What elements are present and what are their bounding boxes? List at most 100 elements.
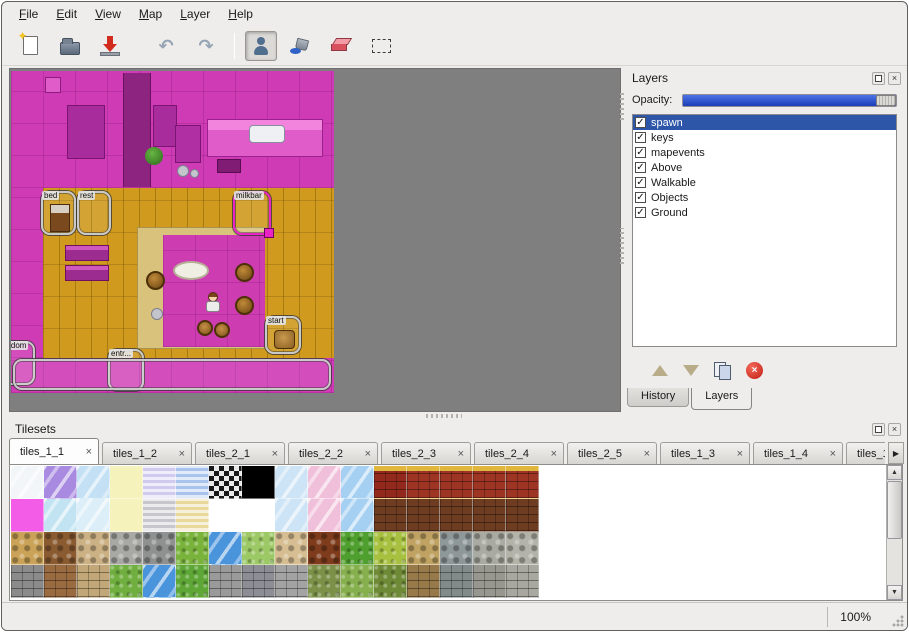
tileset-tile[interactable] (308, 466, 341, 499)
tileset-tile[interactable] (407, 532, 440, 565)
layer-visibility-checkbox[interactable]: ✓ (635, 177, 646, 188)
layer-row-Ground[interactable]: ✓Ground (633, 205, 896, 220)
tileset-tile[interactable] (473, 499, 506, 532)
layer-visibility-checkbox[interactable]: ✓ (635, 147, 646, 158)
layer-visibility-checkbox[interactable]: ✓ (635, 192, 646, 203)
layer-visibility-checkbox[interactable]: ✓ (635, 207, 646, 218)
tileset-tile[interactable] (407, 565, 440, 598)
tileset-tile[interactable] (308, 565, 341, 598)
tileset-tile[interactable] (110, 466, 143, 499)
tileset-tile[interactable] (374, 532, 407, 565)
tileset-tile[interactable] (110, 499, 143, 532)
tileset-tile[interactable] (110, 565, 143, 598)
tab-scroll-right-button[interactable]: ▶ (888, 442, 904, 464)
layer-row-keys[interactable]: ✓keys (633, 130, 896, 145)
fill-tool-button[interactable] (285, 31, 317, 61)
tileset-content[interactable]: ▲ ▼ (9, 464, 903, 601)
close-dock-button[interactable]: × (888, 72, 901, 85)
tileset-tile[interactable] (341, 499, 374, 532)
tileset-tile[interactable] (11, 499, 44, 532)
tileset-tile[interactable] (110, 532, 143, 565)
map-canvas[interactable]: bed rest milkbar start entr... andom (11, 71, 334, 393)
layer-visibility-checkbox[interactable]: ✓ (635, 117, 646, 128)
opacity-slider[interactable] (682, 94, 897, 107)
redo-button[interactable]: ↷ (190, 31, 222, 61)
tileset-tab-tiles_1_3[interactable]: tiles_1_3× (660, 442, 750, 464)
tileset-tab-tiles_1_4[interactable]: tiles_1_4× (753, 442, 843, 464)
tileset-tile[interactable] (440, 499, 473, 532)
map-object-rest[interactable]: rest (77, 191, 111, 235)
duplicate-layer-button[interactable] (714, 362, 731, 379)
tileset-tile[interactable] (341, 466, 374, 499)
menu-view[interactable]: View (86, 4, 130, 24)
tileset-tile[interactable] (209, 466, 242, 499)
tileset-tile[interactable] (275, 466, 308, 499)
tileset-tile[interactable] (77, 499, 110, 532)
dock-tab-layers[interactable]: Layers (691, 388, 752, 410)
tileset-tile[interactable] (506, 499, 539, 532)
tileset-tab-tiles_1_2[interactable]: tiles_1_2× (102, 442, 192, 464)
raise-layer-button[interactable] (652, 365, 668, 376)
map-object-milkbar[interactable]: milkbar (233, 191, 271, 235)
tileset-tab-tiles_2_5[interactable]: tiles_2_5× (567, 442, 657, 464)
tileset-tab-tiles_2_1[interactable]: tiles_2_1× (195, 442, 285, 464)
save-button[interactable] (94, 31, 126, 61)
tileset-tile[interactable] (440, 565, 473, 598)
tileset-tile[interactable] (209, 499, 242, 532)
layer-row-Above[interactable]: ✓Above (633, 160, 896, 175)
new-file-button[interactable]: ✦ (14, 31, 46, 61)
float-dock-button[interactable] (872, 423, 885, 436)
tileset-tile[interactable] (242, 466, 275, 499)
tileset-tab-tiles_1_[interactable]: tiles_1_× (846, 442, 885, 464)
tileset-tile[interactable] (275, 565, 308, 598)
tileset-tab-tiles_2_3[interactable]: tiles_2_3× (381, 442, 471, 464)
layer-row-Objects[interactable]: ✓Objects (633, 190, 896, 205)
tab-close-icon[interactable]: × (272, 448, 278, 460)
scrollbar-down-button[interactable]: ▼ (887, 585, 902, 600)
tileset-tile[interactable] (176, 565, 209, 598)
tileset-tile[interactable] (374, 499, 407, 532)
tab-close-icon[interactable]: × (830, 448, 836, 460)
tileset-scrollbar[interactable]: ▲ ▼ (886, 465, 902, 600)
tileset-tile[interactable] (176, 466, 209, 499)
tab-close-icon[interactable]: × (551, 448, 557, 460)
tileset-tile[interactable] (143, 532, 176, 565)
tileset-tile[interactable] (44, 499, 77, 532)
undo-button[interactable]: ↶ (150, 31, 182, 61)
tileset-tile[interactable] (275, 499, 308, 532)
tileset-tile[interactable] (341, 532, 374, 565)
tileset-tile[interactable] (473, 532, 506, 565)
tileset-tile[interactable] (242, 499, 275, 532)
tileset-tile[interactable] (44, 532, 77, 565)
tileset-tile[interactable] (209, 532, 242, 565)
layer-row-spawn[interactable]: ✓spawn (633, 115, 896, 130)
tileset-tile[interactable] (341, 565, 374, 598)
menu-file[interactable]: File (10, 4, 47, 24)
map-object-bottom-strip[interactable] (13, 359, 331, 390)
tileset-tile[interactable] (506, 565, 539, 598)
tileset-tile[interactable] (11, 565, 44, 598)
tileset-tile[interactable] (506, 466, 539, 499)
tileset-tile[interactable] (143, 565, 176, 598)
tileset-tile[interactable] (374, 466, 407, 499)
tileset-tile[interactable] (77, 565, 110, 598)
tileset-tile[interactable] (209, 565, 242, 598)
tab-close-icon[interactable]: × (737, 448, 743, 460)
map-object-bed[interactable]: bed (41, 191, 76, 235)
scrollbar-up-button[interactable]: ▲ (887, 465, 902, 480)
menu-help[interactable]: Help (219, 4, 262, 24)
tab-close-icon[interactable]: × (458, 448, 464, 460)
tileset-tile[interactable] (176, 499, 209, 532)
tileset-tile[interactable] (473, 565, 506, 598)
tileset-tile[interactable] (308, 499, 341, 532)
layer-visibility-checkbox[interactable]: ✓ (635, 132, 646, 143)
tileset-tile[interactable] (77, 466, 110, 499)
tileset-tile[interactable] (506, 532, 539, 565)
tileset-tile[interactable] (11, 466, 44, 499)
select-tool-button[interactable] (365, 31, 397, 61)
tab-close-icon[interactable]: × (365, 448, 371, 460)
opacity-slider-handle[interactable] (876, 95, 896, 106)
tileset-tile[interactable] (407, 466, 440, 499)
tileset-tile[interactable] (44, 565, 77, 598)
tileset-tile[interactable] (473, 466, 506, 499)
